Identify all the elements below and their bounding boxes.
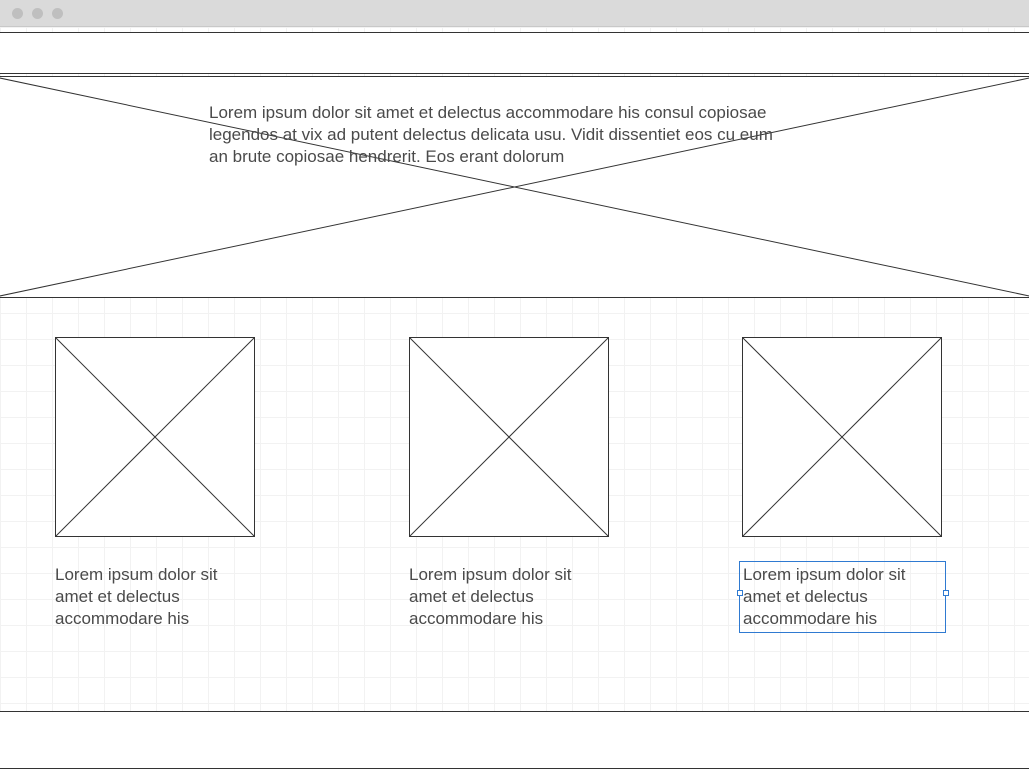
card-caption-2[interactable]: Lorem ipsum dolor sit amet et delectus a… [409,564,614,630]
card-image-3[interactable] [742,337,942,537]
card-image-1[interactable] [55,337,255,537]
card-caption-3[interactable]: Lorem ipsum dolor sit amet et delectus a… [740,562,945,632]
traffic-lights [12,8,63,19]
selection-handle-right[interactable] [943,590,949,596]
card-image-2[interactable] [409,337,609,537]
header-bar[interactable] [0,32,1029,74]
card-caption-1[interactable]: Lorem ipsum dolor sit amet et delectus a… [55,564,260,630]
close-icon[interactable] [12,8,23,19]
minimize-icon[interactable] [32,8,43,19]
window-chrome [0,0,1029,27]
footer-bar[interactable] [0,711,1029,769]
wireframe-canvas[interactable]: Lorem ipsum dolor sit amet et delectus a… [0,27,1029,769]
hero-text[interactable]: Lorem ipsum dolor sit amet et delectus a… [209,102,789,168]
zoom-icon[interactable] [52,8,63,19]
selection-handle-left[interactable] [737,590,743,596]
